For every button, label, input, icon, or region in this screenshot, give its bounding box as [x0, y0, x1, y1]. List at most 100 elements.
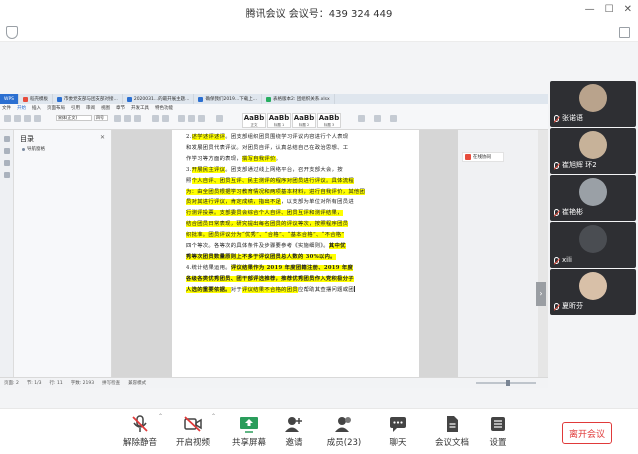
- toc-icon[interactable]: [3, 136, 10, 142]
- document-line: 四个等次。各等次的具体条件及步骤要参考《实施细则》。其中优: [186, 241, 411, 252]
- invite-label: 邀请: [285, 438, 303, 448]
- document-scrollbar[interactable]: [538, 130, 548, 377]
- navigation-pane: 目录 ✕ 导航窗格: [0, 130, 112, 377]
- status-mode: 兼容模式: [128, 381, 147, 386]
- style-sample: AaBb: [268, 114, 290, 122]
- wps-tab-label: 2020031...的最开展主题...: [133, 97, 190, 102]
- camera-off-icon: [184, 416, 202, 432]
- leave-meeting-button[interactable]: 离开会议: [562, 422, 612, 444]
- bold-icon[interactable]: [114, 115, 121, 122]
- style-preset[interactable]: AaBb 标题 3: [317, 113, 341, 128]
- settings-button[interactable]: 设置: [468, 415, 528, 453]
- wps-document-tab[interactable]: 稻壳模板: [19, 94, 54, 104]
- ribbon-menu-item[interactable]: 章节: [116, 105, 125, 111]
- wps-document-tab[interactable]: 表格版本2: 团组织关系.xlsx: [262, 94, 335, 104]
- wps-document-tab[interactable]: 确保我们2019...下载上...: [194, 94, 262, 104]
- ribbon-menu-item[interactable]: 审阅: [86, 105, 95, 111]
- settings-icon: [491, 417, 505, 431]
- participant-tile[interactable]: xili: [550, 222, 636, 268]
- start-video-button[interactable]: 开启视频: [163, 415, 223, 453]
- ribbon-menu-item[interactable]: 插入: [32, 105, 41, 111]
- unmute-button[interactable]: 解除静音: [110, 415, 170, 453]
- select-icon[interactable]: [390, 115, 397, 122]
- cut-icon[interactable]: [14, 115, 21, 122]
- participant-name: xili: [562, 256, 572, 264]
- bookmark-icon[interactable]: [3, 148, 10, 154]
- next-page-arrow-icon[interactable]: ›: [536, 282, 546, 306]
- style-preset[interactable]: AaBb 标题 1: [267, 113, 291, 128]
- ribbon-menu-item[interactable]: 视图: [101, 105, 110, 111]
- bullet-icon: [22, 147, 25, 151]
- ribbon-menu-item[interactable]: 页面布局: [47, 105, 65, 111]
- line-spacing-icon[interactable]: [216, 115, 223, 122]
- text-run: 其中优: [328, 243, 346, 250]
- avatar: [579, 178, 607, 206]
- ribbon-menu-item[interactable]: 特色功能: [155, 105, 173, 111]
- text-run: 2.: [186, 134, 192, 140]
- share-screen-label: 共享屏幕: [231, 438, 266, 448]
- ribbon-menu-item[interactable]: 开发工具: [131, 105, 149, 111]
- italic-icon[interactable]: [124, 115, 131, 122]
- copy-icon[interactable]: [24, 115, 31, 122]
- toc-close-icon[interactable]: ✕: [100, 134, 105, 141]
- font-size-select[interactable]: 四号: [94, 115, 108, 121]
- participant-name-row: 夏昕芬: [554, 301, 583, 311]
- participant-tile[interactable]: 崔旭辉 环2: [550, 128, 636, 174]
- find-replace-icon[interactable]: [374, 115, 381, 122]
- status-spell[interactable]: 拼写检查: [102, 380, 120, 386]
- members-button[interactable]: 成员(23): [314, 415, 374, 453]
- style-preset[interactable]: AaBb 正文: [242, 113, 266, 128]
- style-preset[interactable]: AaBb 标题 2: [292, 113, 316, 128]
- collab-button[interactable]: 在线协同: [462, 152, 504, 162]
- wps-status-bar: 页面: 2 节: 1/3 行: 11 字数: 2193 拼写检查 兼容模式: [0, 377, 548, 388]
- file-type-icon: [57, 96, 63, 102]
- participant-tile[interactable]: 崔艳彬: [550, 175, 636, 221]
- text-run: 四个等次。各等次的具体条件及步骤要参考《实施细则》。: [186, 243, 329, 250]
- zoom-slider[interactable]: [476, 380, 536, 386]
- align-center-icon[interactable]: [188, 115, 195, 122]
- wps-document-tab[interactable]: 2020031...的最开展主题...: [123, 94, 195, 104]
- style-sample: AaBb: [318, 114, 340, 122]
- status-words[interactable]: 字数: 2193: [71, 380, 94, 386]
- wps-home-tab[interactable]: WPS: [0, 94, 20, 104]
- chat-button[interactable]: 聊天: [368, 415, 428, 453]
- text-run: 由全团员根据学习教育情况和两项基本材料，进行自我评价，其他团: [197, 188, 366, 195]
- ribbon-menu-item[interactable]: 文件: [2, 105, 11, 111]
- ribbon-tools: 宋体(正文) 四号 AaBb 正文 AaBb 标题 1 AaBb 标题 2 AaBb 标题 3: [2, 113, 546, 129]
- thumbnail-icon[interactable]: [3, 160, 10, 166]
- bullets-icon[interactable]: [152, 115, 159, 122]
- maximize-icon[interactable]: ☐: [605, 4, 614, 15]
- shield-icon[interactable]: [6, 26, 18, 39]
- ribbon-menu-item[interactable]: 开始: [17, 105, 26, 111]
- paste-icon[interactable]: [4, 115, 11, 122]
- status-line: 行: 11: [49, 381, 63, 386]
- text-run: 应帮助其查摆问题或团: [297, 286, 354, 293]
- close-icon[interactable]: ✕: [624, 4, 632, 15]
- style-sample: AaBb: [243, 114, 265, 122]
- video-options-chevron-icon[interactable]: ⌃: [211, 413, 216, 420]
- minimize-icon[interactable]: —: [585, 4, 595, 15]
- text-tools-icon[interactable]: [358, 115, 365, 122]
- font-name-select[interactable]: 宋体(正文): [56, 115, 92, 121]
- wps-document-tab[interactable]: 市委党支部与团支部对接...: [53, 94, 123, 104]
- align-left-icon[interactable]: [178, 115, 185, 122]
- shared-screen-stage: WPS 稻壳模板 市委党支部与团支部对接... 2020031...的最开展主题..…: [0, 42, 548, 388]
- avatar: [579, 225, 607, 253]
- document-line: 织批准。团员评议分为“优秀”、“合格”、“基本合格”、“不合格”: [186, 230, 411, 241]
- numbering-icon[interactable]: [162, 115, 169, 122]
- participant-tile[interactable]: 夏昕芬: [550, 269, 636, 315]
- fullscreen-icon[interactable]: [619, 27, 630, 38]
- toc-item[interactable]: 导航窗格: [22, 146, 45, 152]
- participant-tile[interactable]: 张诺语: [550, 81, 636, 127]
- document-page[interactable]: 2.述学述评述评。团支部组织团员围绕学习评议内容进行个人表现 和发展团员代表评议。…: [172, 130, 419, 377]
- style-name: 正文: [250, 123, 258, 127]
- underline-icon[interactable]: [134, 115, 141, 122]
- text-run: 的程序对团员进行评议。具体流程: [269, 177, 354, 184]
- align-right-icon[interactable]: [198, 115, 205, 122]
- format-painter-icon[interactable]: [34, 115, 41, 122]
- title-bar: 腾讯会议 会议号：439 324 449 — ☐ ✕: [0, 0, 638, 24]
- participant-name: 夏昕芬: [562, 302, 583, 310]
- document-icon: [447, 416, 458, 432]
- ribbon-menu-item[interactable]: 引用: [71, 105, 80, 111]
- search-icon[interactable]: [3, 172, 10, 178]
